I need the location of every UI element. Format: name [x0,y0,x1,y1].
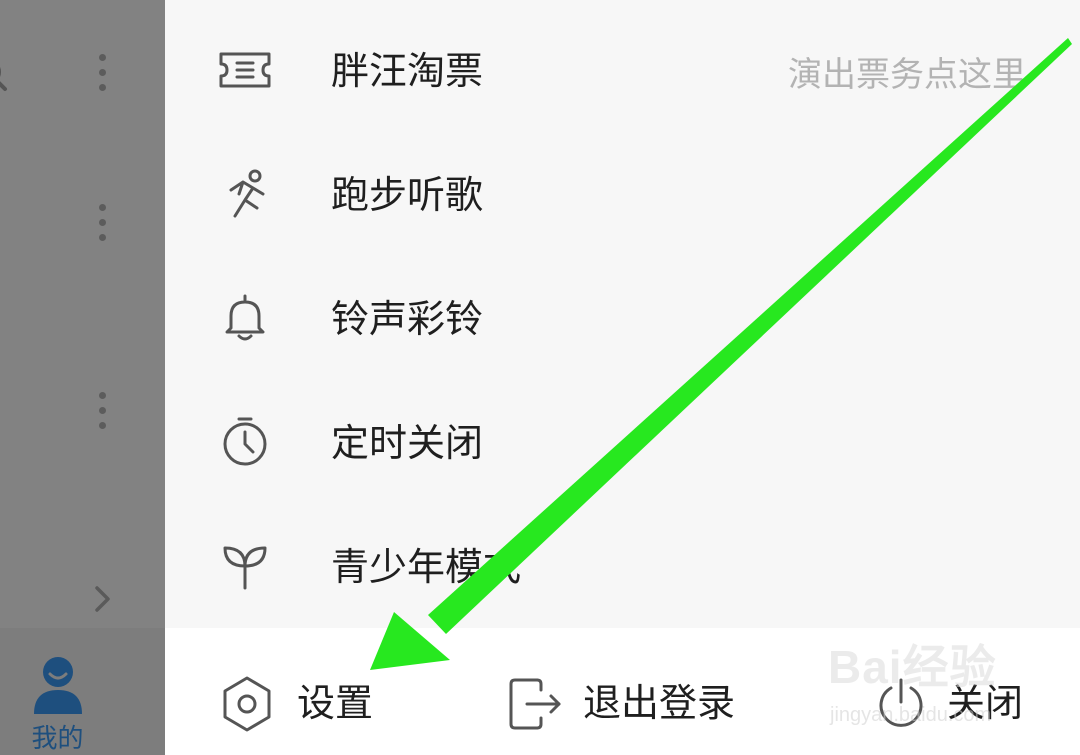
menu-item-teen-mode[interactable]: 青少年模式 [165,504,1080,628]
settings-button[interactable]: 设置 [217,628,457,755]
menu-item-ringtone[interactable]: 铃声彩铃 [165,256,1080,380]
timer-icon [223,417,267,466]
menu-item-label: 铃声彩铃 [331,297,484,341]
menu-item-hint: 演出票务点这里 [788,55,1026,95]
close-app-label: 关闭 [947,681,1024,725]
bell-icon [225,294,265,341]
logout-icon [509,678,561,730]
chevron-right-icon [95,586,110,612]
ticket-icon [219,52,271,88]
menu-item-label: 青少年模式 [331,545,522,589]
sprout-icon [223,546,267,590]
screen: 我的 胖汪淘票 演出票务点这里 跑步听歌 铃声彩铃 定时关闭 青少年模式 设置 … [0,0,1080,755]
side-drawer: 胖汪淘票 演出票务点这里 跑步听歌 铃声彩铃 定时关闭 青少年模式 设置 退出登… [165,0,1080,755]
menu-item-label: 胖汪淘票 [331,49,484,93]
logout-label: 退出登录 [583,681,736,725]
settings-label: 设置 [297,681,374,725]
more-icon [96,54,108,94]
user-icon [34,657,82,714]
power-icon [879,678,923,727]
search-icon [0,67,7,91]
menu-item-label: 定时关闭 [331,421,484,465]
more-icon [96,204,108,244]
menu-item-running[interactable]: 跑步听歌 [165,132,1080,256]
tab-mine[interactable]: 我的 [0,722,115,755]
more-icon [96,392,108,432]
dimmed-background[interactable]: 我的 [0,0,165,755]
logout-button[interactable]: 退出登录 [507,628,767,755]
gear-icon [223,676,271,732]
menu-item-label: 跑步听歌 [331,173,484,217]
menu-item-tickets[interactable]: 胖汪淘票 演出票务点这里 [165,8,1080,132]
running-icon [229,169,265,218]
menu-item-sleep-timer[interactable]: 定时关闭 [165,380,1080,504]
close-app-button[interactable]: 关闭 [871,628,1051,755]
drawer-bottom-bar: 设置 退出登录 关闭 [165,628,1080,755]
